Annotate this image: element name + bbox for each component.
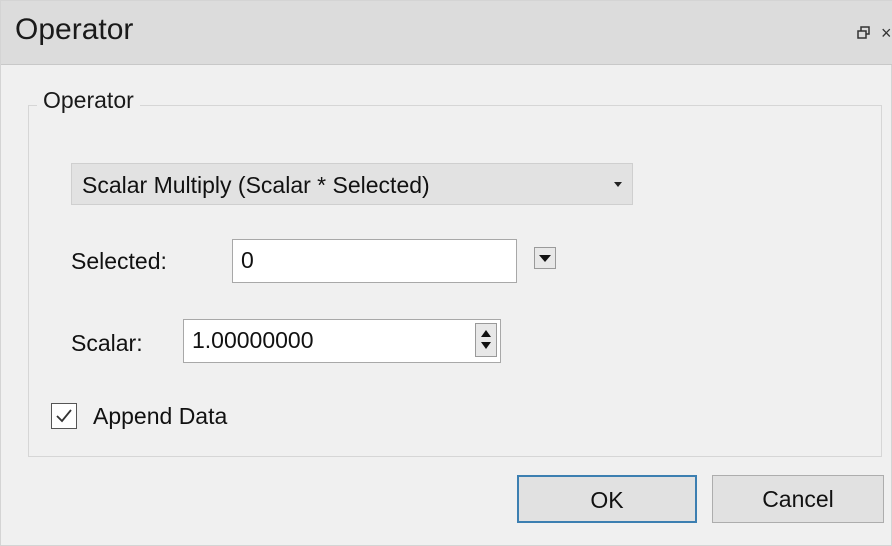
selected-label: Selected: bbox=[71, 248, 167, 274]
scalar-spinner[interactable] bbox=[475, 323, 497, 357]
close-icon[interactable]: × bbox=[881, 23, 892, 44]
cancel-button[interactable]: Cancel bbox=[712, 475, 884, 523]
scalar-input[interactable]: 1.00000000 bbox=[183, 319, 501, 363]
operation-dropdown[interactable]: Scalar Multiply (Scalar * Selected) bbox=[71, 163, 633, 205]
window-title: Operator bbox=[15, 13, 134, 46]
scalar-input-value: 1.00000000 bbox=[192, 327, 314, 353]
check-icon bbox=[56, 409, 72, 423]
groupbox-label: Operator bbox=[37, 87, 140, 114]
title-bar[interactable]: Operator × bbox=[1, 1, 892, 65]
operation-dropdown-value: Scalar Multiply (Scalar * Selected) bbox=[82, 172, 430, 198]
append-data-label[interactable]: Append Data bbox=[93, 403, 227, 430]
selected-input[interactable]: 0 bbox=[232, 239, 517, 283]
chevron-down-icon bbox=[614, 182, 622, 187]
spin-up-icon[interactable] bbox=[481, 330, 491, 337]
restore-icon[interactable] bbox=[857, 26, 871, 40]
ok-button[interactable]: OK bbox=[517, 475, 697, 523]
operator-dialog: Operator × Operator Scalar Multiply (Sca… bbox=[0, 0, 892, 546]
spin-down-icon[interactable] bbox=[481, 342, 491, 349]
selected-dropdown-button[interactable] bbox=[534, 247, 556, 269]
scalar-label: Scalar: bbox=[71, 330, 143, 356]
selected-input-value: 0 bbox=[241, 247, 254, 273]
append-data-checkbox[interactable] bbox=[51, 403, 77, 429]
